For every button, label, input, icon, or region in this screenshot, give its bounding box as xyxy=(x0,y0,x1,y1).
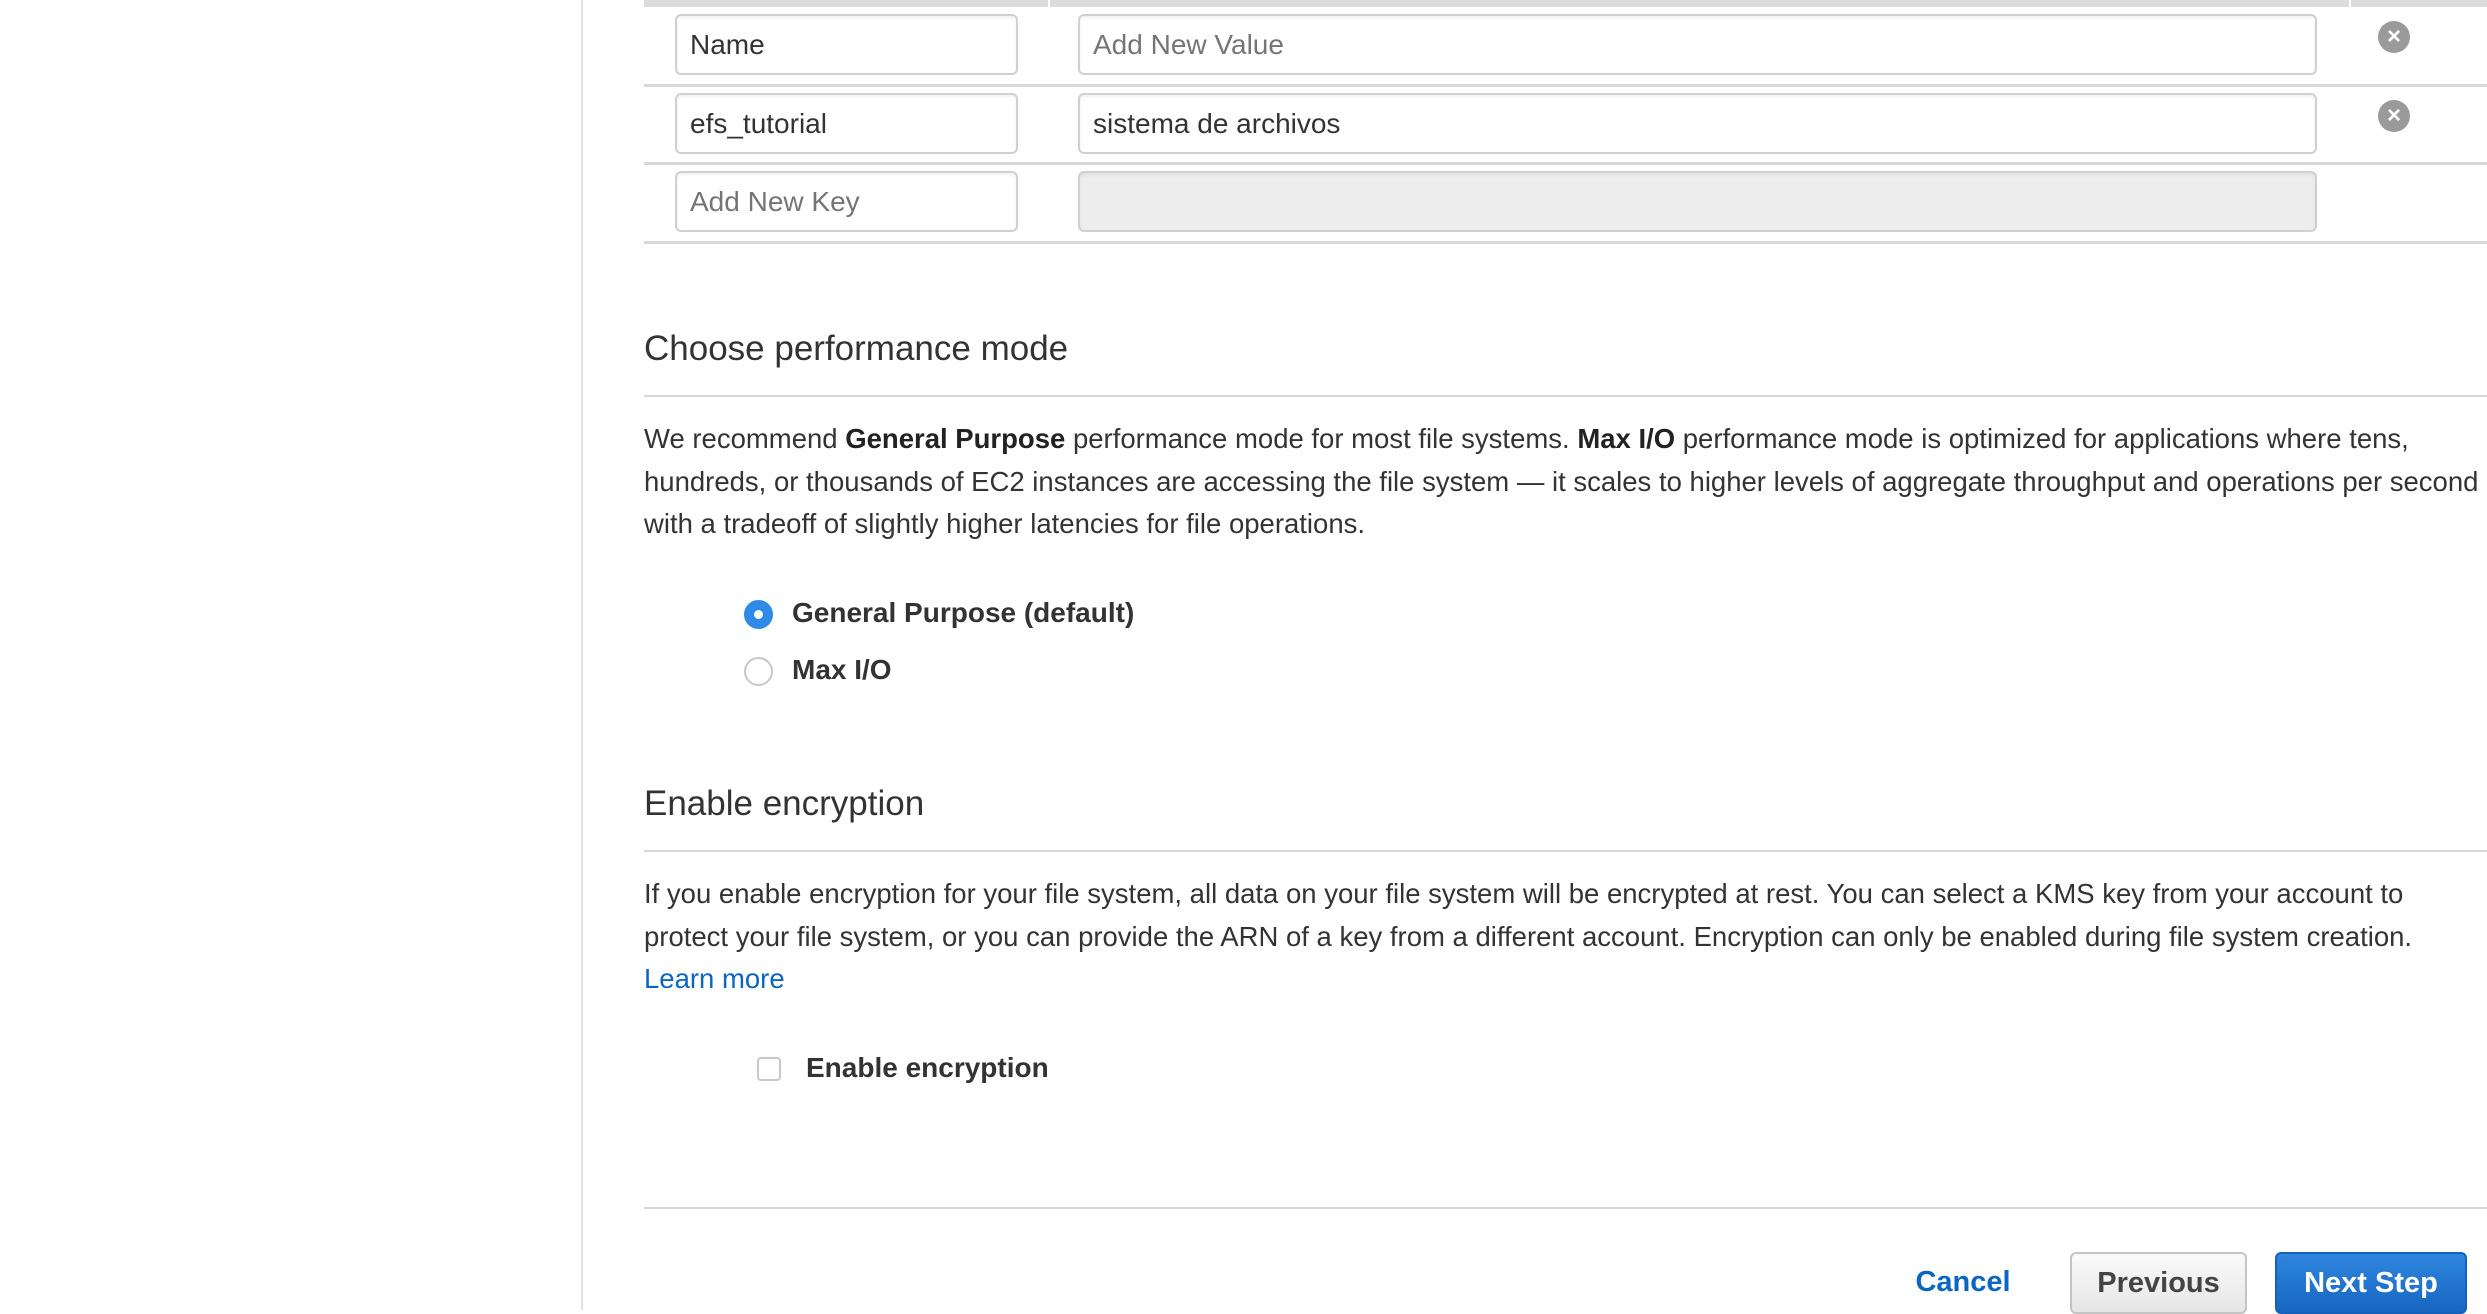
radio-label-general-purpose[interactable]: General Purpose (default) xyxy=(792,597,1134,629)
performance-heading: Choose performance mode xyxy=(644,329,1069,368)
divider xyxy=(644,850,2487,852)
tags-table-header xyxy=(644,0,2487,7)
radio-general-purpose[interactable] xyxy=(744,600,773,629)
sidebar-divider xyxy=(581,0,583,1310)
enable-encryption-label[interactable]: Enable encryption xyxy=(806,1052,1049,1084)
cancel-button[interactable]: Cancel xyxy=(1900,1252,2026,1312)
tag-key-input[interactable] xyxy=(675,93,1018,154)
new-tag-value-input-disabled xyxy=(1078,171,2317,232)
remove-tag-icon[interactable]: × xyxy=(2378,100,2410,132)
row-divider xyxy=(644,84,2487,87)
previous-button[interactable]: Previous xyxy=(2070,1252,2247,1314)
tag-key-input[interactable] xyxy=(675,14,1018,75)
divider xyxy=(644,395,2487,397)
performance-description: We recommend General Purpose performance… xyxy=(644,423,2479,539)
tag-value-input[interactable] xyxy=(1078,93,2317,154)
row-divider xyxy=(644,162,2487,165)
tag-value-input[interactable] xyxy=(1078,14,2317,75)
radio-label-max-io[interactable]: Max I/O xyxy=(792,654,892,686)
new-tag-key-input[interactable] xyxy=(675,171,1018,232)
radio-max-io[interactable] xyxy=(744,657,773,686)
footer-divider xyxy=(644,1207,2487,1209)
remove-tag-icon[interactable]: × xyxy=(2378,21,2410,53)
encryption-description: If you enable encryption for your file s… xyxy=(644,878,2413,994)
enable-encryption-checkbox[interactable] xyxy=(757,1057,781,1081)
row-divider xyxy=(644,241,2487,244)
encryption-heading: Enable encryption xyxy=(644,784,925,823)
next-step-button[interactable]: Next Step xyxy=(2275,1252,2467,1314)
learn-more-link[interactable]: Learn more xyxy=(644,963,785,994)
